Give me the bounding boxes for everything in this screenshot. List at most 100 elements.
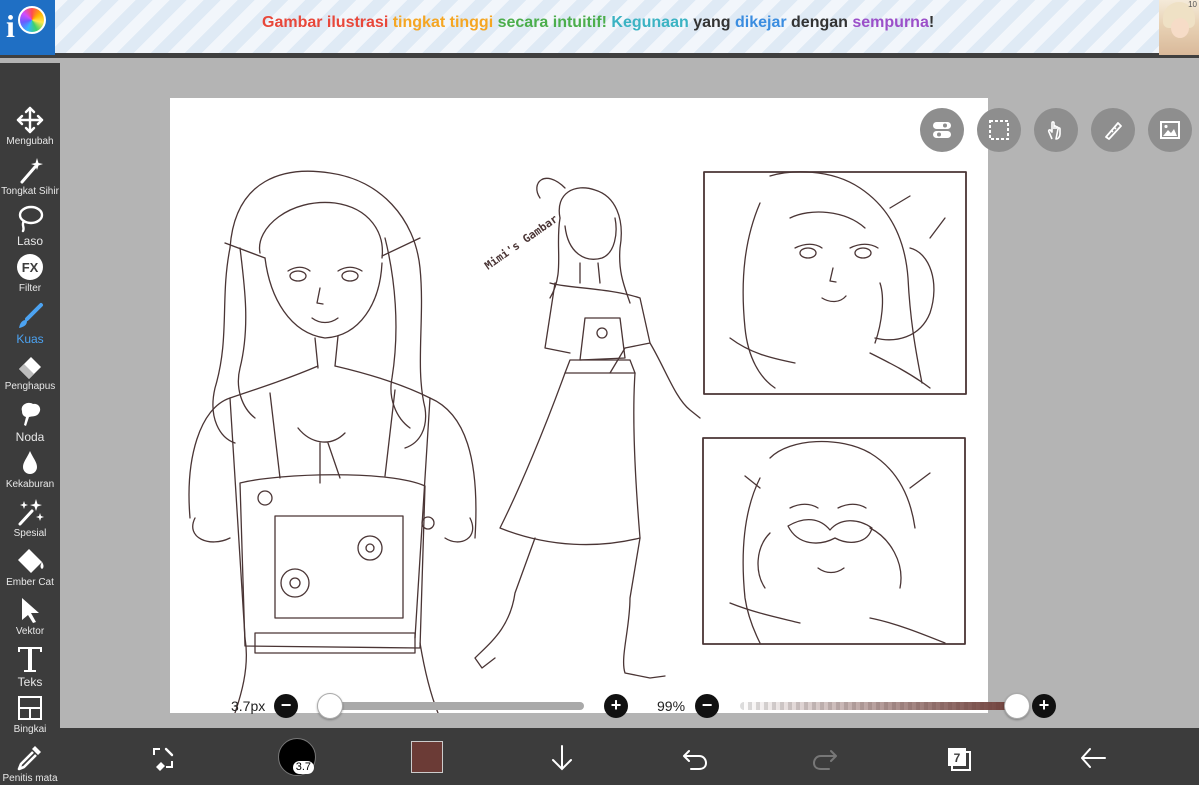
tool-label: Teks: [17, 675, 43, 689]
banner-segment: sempurna: [852, 14, 929, 31]
tool-penghapus[interactable]: Penghapus: [0, 350, 60, 398]
drawing-canvas[interactable]: Mimi's Gambar: [170, 98, 988, 713]
tool-spesial[interactable]: Spesial: [0, 497, 60, 545]
undo-icon: [683, 750, 707, 770]
tool-bingkai[interactable]: Bingkai: [0, 693, 60, 741]
tool-label: Laso: [16, 234, 44, 248]
opacity-decrease-button[interactable]: −: [695, 694, 719, 718]
tool-ember-cat[interactable]: Ember Cat: [0, 546, 60, 594]
arrow-down-icon: [552, 745, 572, 771]
color-picker-button[interactable]: [410, 740, 444, 774]
blur-drop-icon: [23, 451, 37, 474]
tool-label: Penitis mata: [2, 773, 58, 784]
fx-icon: FX: [17, 254, 43, 280]
tool-mengubah[interactable]: Mengubah: [0, 105, 60, 153]
opacity-increase-button[interactable]: +: [1032, 694, 1056, 718]
brush-size-slider[interactable]: [330, 702, 584, 710]
color-swatch: [411, 741, 443, 773]
tool-label: Bingkai: [13, 724, 47, 735]
line-art: Mimi's Gambar: [188, 170, 967, 713]
tool-kekaburan[interactable]: Kekaburan: [0, 448, 60, 496]
tool-teks[interactable]: Teks: [0, 644, 60, 692]
svg-text:FX: FX: [22, 260, 39, 275]
brush-size-preview-button[interactable]: 3.7: [277, 737, 317, 777]
tool-label: Tongkat Sihir: [1, 186, 59, 197]
layer-count: 7: [954, 751, 961, 765]
paint-bucket-icon: [18, 549, 44, 573]
smudge-icon: [21, 402, 41, 426]
brush-icon: [19, 303, 43, 328]
tool-label: Ember Cat: [6, 577, 54, 588]
tool-kuas[interactable]: Kuas: [0, 301, 60, 349]
banner-segment: dikejar: [735, 14, 792, 31]
text-icon: [18, 647, 42, 672]
ad-banner[interactable]: i Gambar ilustrasi tingkat tinggi secara…: [0, 0, 1199, 58]
tool-tongkat-sihir[interactable]: Tongkat Sihir: [0, 155, 60, 203]
status-time: 10: [1188, 0, 1197, 9]
tool-label: Penghapus: [4, 381, 56, 392]
material-button[interactable]: [1148, 108, 1192, 152]
opacity-slider[interactable]: [740, 702, 1020, 710]
tool-noda[interactable]: Noda: [0, 399, 60, 447]
tool-label: Noda: [15, 430, 45, 444]
artist-signature: Mimi's Gambar: [482, 212, 560, 272]
layers-icon: 7: [948, 748, 971, 771]
tool-label: Spesial: [13, 528, 47, 539]
tool-filter[interactable]: FX Filter: [0, 252, 60, 300]
hand-touch-icon: [1047, 121, 1061, 140]
tool-label: Vektor: [15, 626, 45, 637]
tool-swap-icon: [153, 747, 174, 771]
selection-dashed-icon: [989, 120, 1009, 140]
banner-segment: secara intuitif!: [497, 14, 612, 31]
swap-tool-button[interactable]: [145, 740, 181, 776]
special-sparkle-icon: [18, 499, 44, 526]
brush-size-decrease-button[interactable]: −: [274, 694, 298, 718]
banner-segment: yang: [693, 14, 735, 31]
tool-label: Mengubah: [6, 136, 54, 147]
arrow-left-icon: [1081, 748, 1106, 768]
touch-button[interactable]: [1034, 108, 1078, 152]
view-toggle-button[interactable]: [920, 108, 964, 152]
brush-preview-circle: 3.7: [278, 738, 316, 776]
undo-button[interactable]: [676, 740, 712, 776]
magic-wand-icon: [20, 158, 43, 184]
opacity-knob[interactable]: [1004, 693, 1031, 719]
ruler-pen-icon: [1105, 122, 1122, 140]
image-icon: [1160, 121, 1180, 139]
download-button[interactable]: [544, 740, 580, 776]
app-logo: i: [0, 0, 55, 55]
toggle-icon: [933, 122, 951, 138]
tool-label: Filter: [18, 283, 42, 294]
tool-label: Kuas: [16, 332, 44, 346]
back-button[interactable]: [1075, 740, 1111, 776]
banner-segment: Kegunaan: [611, 14, 694, 31]
tool-laso[interactable]: Laso: [0, 203, 60, 251]
brush-size-increase-button[interactable]: +: [604, 694, 628, 718]
opacity-readout: 99%: [657, 698, 686, 714]
ruler-button[interactable]: [1091, 108, 1135, 152]
color-wheel-icon: [18, 6, 46, 34]
eraser-icon: [19, 357, 41, 379]
brush-size-knob[interactable]: [317, 693, 343, 719]
banner-text: Gambar ilustrasi tingkat tinggi secara i…: [262, 14, 934, 32]
tool-label: Kekaburan: [5, 479, 55, 490]
banner-segment: dengan: [791, 14, 853, 31]
banner-segment: tingkat tinggi: [392, 14, 498, 31]
redo-icon: [813, 750, 837, 770]
tool-vektor[interactable]: Vektor: [0, 595, 60, 643]
lasso-icon: [18, 205, 44, 233]
vector-cursor-icon: [22, 598, 39, 623]
banner-segment: !: [928, 14, 935, 31]
move-icon: [16, 106, 44, 134]
selection-button[interactable]: [977, 108, 1021, 152]
bottom-toolbar: 3.7 7: [60, 728, 1199, 785]
layers-button[interactable]: 7: [940, 740, 976, 776]
brush-size-readout: 3.7px: [231, 698, 266, 714]
banner-segment: Gambar ilustrasi: [262, 14, 393, 31]
brush-size-badge: 3.7: [292, 761, 314, 774]
avatar: 10: [1159, 0, 1199, 55]
tool-penitis-mata[interactable]: Penitis mata: [0, 742, 60, 785]
frame-icon: [18, 696, 42, 720]
eyedropper-icon: [17, 746, 41, 771]
redo-button[interactable]: [808, 740, 844, 776]
